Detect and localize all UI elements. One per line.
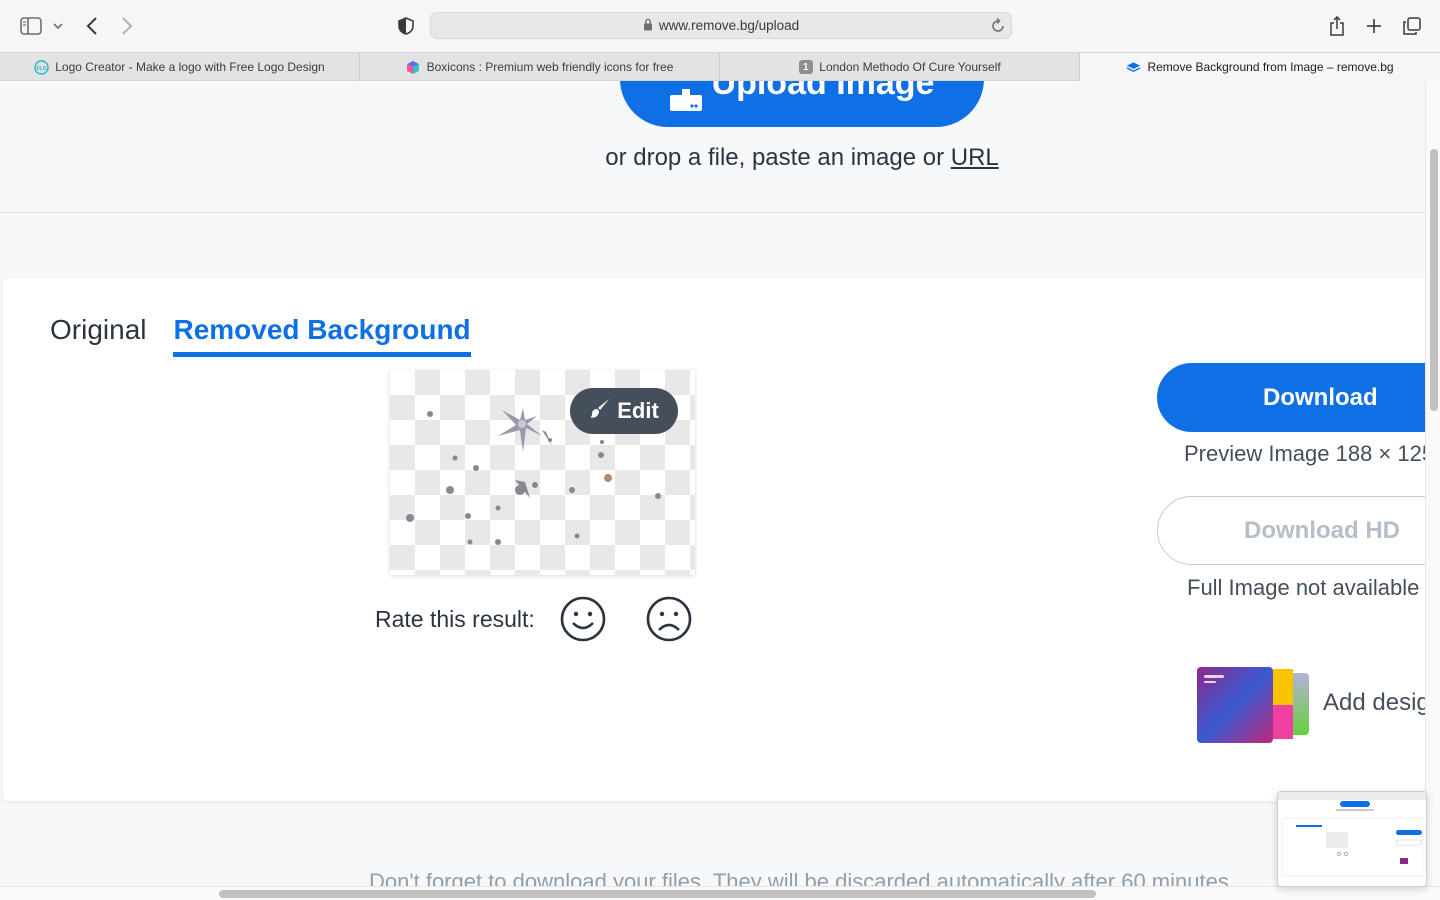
design-thumbnail [1193, 663, 1313, 743]
tab-boxicons[interactable]: Boxicons : Premium web friendly icons fo… [360, 53, 720, 81]
vertical-scrollbar[interactable] [1425, 81, 1440, 886]
discard-notice: Don't forget to download your files. The… [369, 869, 1235, 886]
number-badge-icon: 1 [798, 60, 813, 75]
horizontal-scroll-thumb[interactable] [219, 890, 1096, 898]
tab-remove-bg[interactable]: Remove Background from Image – remove.bg [1080, 53, 1440, 81]
full-image-info: Full Image not available [1187, 575, 1420, 600]
tab-title: Logo Creator - Make a logo with Free Log… [55, 60, 325, 74]
sad-face-icon[interactable] [645, 595, 693, 643]
chevron-down-icon[interactable] [48, 14, 68, 38]
tab-title: Remove Background from Image – remove.bg [1147, 60, 1394, 74]
result-tabs: Original Removed Background [50, 314, 498, 357]
download-hd-button[interactable]: Download HD [1157, 496, 1425, 565]
back-icon[interactable] [80, 14, 104, 38]
vertical-scroll-thumb[interactable] [1430, 149, 1438, 411]
rate-label: Rate this result: [375, 605, 535, 632]
preview-size-info: Preview Image 188 × 125 [1184, 441, 1425, 466]
upload-icon [669, 81, 702, 111]
tab-title: Boxicons : Premium web friendly icons fo… [426, 60, 674, 74]
tab-overview-icon[interactable] [1400, 14, 1424, 38]
upload-button-label: Upload Image [711, 81, 935, 102]
upload-section: Upload Image or drop a file, paste an im… [0, 81, 1425, 213]
privacy-shield-icon[interactable] [394, 14, 418, 38]
url-link[interactable]: URL [951, 144, 999, 171]
removebg-logo-icon [1126, 60, 1141, 75]
sidebar-toggle-icon[interactable] [19, 14, 43, 38]
paintbrush-icon [589, 397, 611, 425]
reload-icon[interactable] [991, 17, 1005, 36]
flo-logo-icon: FLO [34, 59, 49, 75]
tab-london-method[interactable]: 1 London Methodo Of Cure Yourself [720, 53, 1080, 81]
tab-title: London Methodo Of Cure Yourself [819, 60, 1001, 74]
new-tab-icon[interactable] [1362, 14, 1386, 38]
tab-logo-creator[interactable]: FLO Logo Creator - Make a logo with Free… [0, 53, 360, 81]
edit-button[interactable]: Edit [570, 388, 678, 434]
add-design-row[interactable]: Add desig [1193, 663, 1425, 743]
tab-bar: FLO Logo Creator - Make a logo with Free… [0, 52, 1440, 81]
lock-icon [643, 18, 653, 34]
browser-toolbar: www.remove.bg/upload [0, 0, 1440, 52]
upload-image-button[interactable]: Upload Image [620, 81, 984, 127]
drop-instructions: or drop a file, paste an image or URL [605, 144, 999, 171]
rating-row: Rate this result: [375, 595, 731, 643]
address-bar[interactable]: www.remove.bg/upload [430, 12, 1012, 39]
edit-label: Edit [617, 398, 659, 423]
add-design-label: Add desig [1323, 689, 1425, 716]
tab-removed-background[interactable]: Removed Background [173, 314, 471, 357]
download-button[interactable]: Download [1157, 363, 1425, 432]
happy-face-icon[interactable] [559, 595, 607, 643]
horizontal-scrollbar[interactable] [0, 886, 1440, 900]
tab-original[interactable]: Original [50, 314, 146, 357]
forward-icon[interactable] [115, 14, 139, 38]
url-text: www.remove.bg/upload [658, 18, 800, 33]
boxicons-logo-icon [406, 60, 421, 75]
svg-text:FLO: FLO [37, 66, 47, 72]
page-thumbnail-preview[interactable] [1277, 791, 1427, 887]
result-card: Original Removed Background Edit Rate th… [3, 278, 1425, 801]
share-icon[interactable] [1325, 14, 1349, 38]
page-content: Upload Image or drop a file, paste an im… [0, 81, 1425, 886]
